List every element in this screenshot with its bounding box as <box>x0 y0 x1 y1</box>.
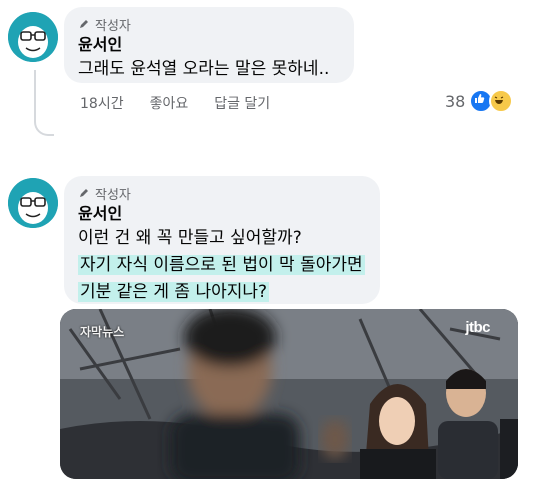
author-name[interactable]: 윤서인 <box>78 35 340 55</box>
comment-bubble: 작성자 윤서인 그래도 윤석열 오라는 말은 못하네.. <box>64 7 354 83</box>
highlighted-text: 기분 같은 게 좀 나아지나? <box>78 282 270 302</box>
reaction-summary[interactable]: 38 <box>445 89 514 113</box>
badge-label: 작성자 <box>95 187 131 203</box>
thread-connector <box>34 70 54 136</box>
author-badge: 작성자 <box>78 184 366 203</box>
comment-text-line: 자기 자식 이름으로 된 법이 막 돌아가면 <box>78 253 366 278</box>
channel-logo: jtbc <box>465 319 490 336</box>
avatar-icon <box>8 12 58 62</box>
comment-bubble: 작성자 윤서인 이런 건 왜 꼭 만들고 싶어할까? 자기 자식 이름으로 된 … <box>64 176 380 304</box>
comment-text: 그래도 윤석열 오라는 말은 못하네.. <box>78 59 330 79</box>
badge-label: 작성자 <box>95 18 131 34</box>
like-button[interactable]: 좋아요 <box>150 93 189 113</box>
avatar[interactable] <box>8 12 58 62</box>
pencil-icon <box>80 20 88 28</box>
avatar[interactable] <box>8 178 58 228</box>
comment-text-line: 기분 같은 게 좀 나아지나? <box>78 280 366 305</box>
comment-actions: 18시간 좋아요 답글 달기 <box>80 93 270 113</box>
video-caption-label: 자막뉴스 <box>80 325 125 339</box>
pencil-icon <box>80 189 88 197</box>
haha-icon <box>489 89 514 113</box>
video-scene <box>60 309 518 479</box>
author-name[interactable]: 윤서인 <box>78 204 366 224</box>
highlighted-text: 자기 자식 이름으로 된 법이 막 돌아가면 <box>78 255 365 275</box>
video-thumbnail[interactable]: 자막뉴스 jtbc <box>60 309 518 479</box>
reply-button[interactable]: 답글 달기 <box>214 93 270 113</box>
avatar-icon <box>8 178 58 228</box>
comment-text-line: 이런 건 왜 꼭 만들고 싶어할까? <box>78 228 302 248</box>
reaction-count: 38 <box>445 91 466 111</box>
timestamp[interactable]: 18시간 <box>80 93 124 113</box>
author-badge: 작성자 <box>78 15 340 34</box>
